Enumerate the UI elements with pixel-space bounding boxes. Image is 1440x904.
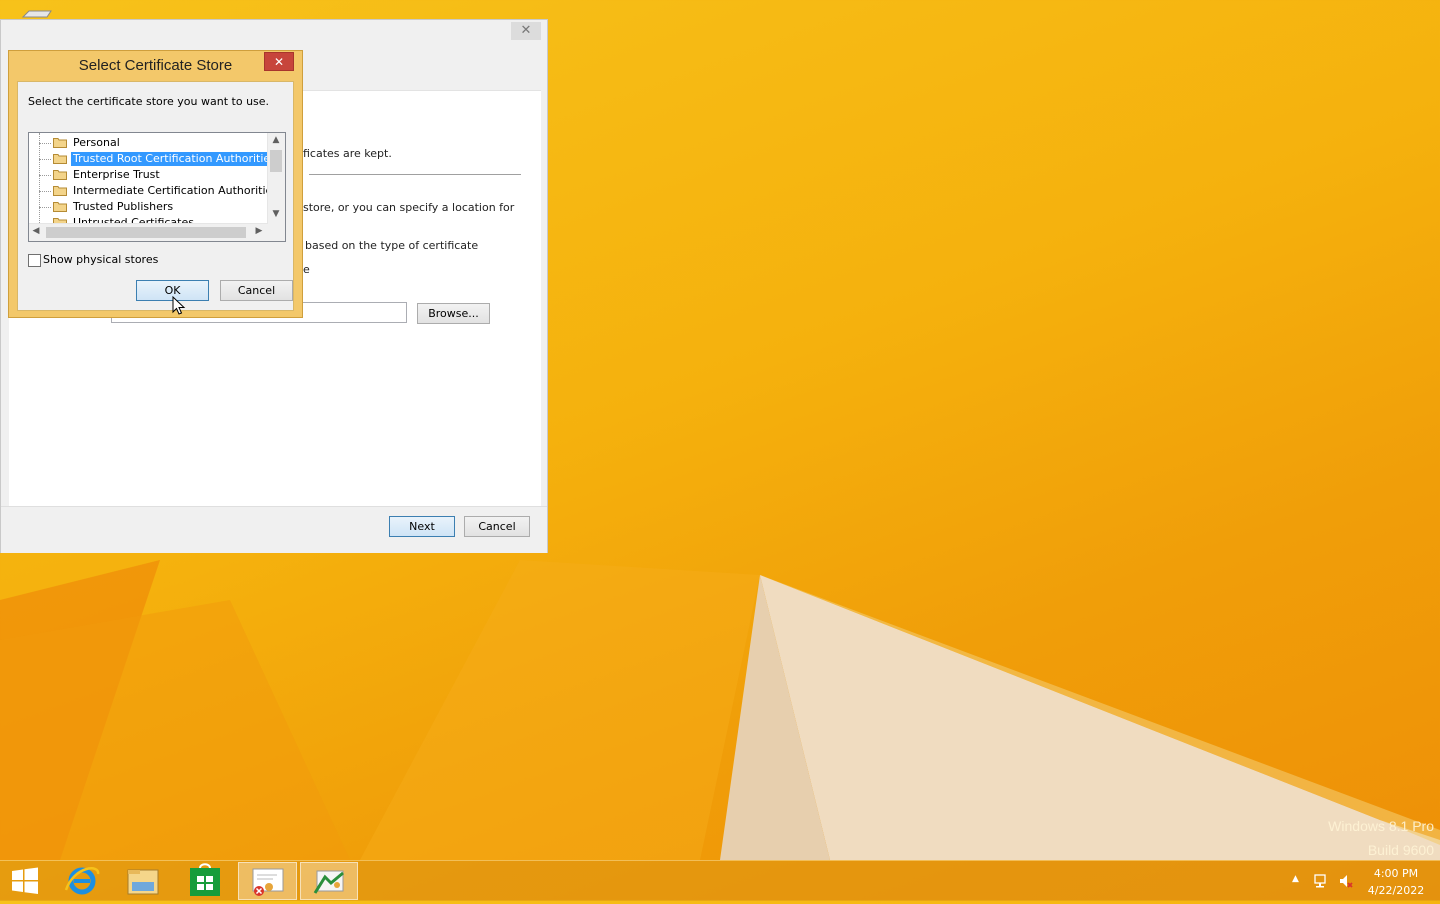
wizard-divider <box>309 174 521 175</box>
tree-connector <box>39 143 51 144</box>
clock-time[interactable]: 4:00 PM <box>1361 867 1431 880</box>
scrollbar-corner <box>268 224 285 241</box>
folder-icon <box>53 170 67 180</box>
show-hidden-icons-button[interactable]: ▲ <box>1292 874 1299 884</box>
volume-muted-icon[interactable] <box>1338 873 1354 889</box>
tree-item-label: Enterprise Trust <box>73 168 160 181</box>
tree-item-label: Personal <box>73 136 120 149</box>
certificate-import-wizard-taskbar-button[interactable] <box>300 862 358 900</box>
show-physical-stores-checkbox[interactable] <box>28 254 41 267</box>
folder-icon <box>53 202 67 212</box>
dialog-cancel-button[interactable]: Cancel <box>220 280 293 301</box>
tree-horizontal-scrollbar[interactable]: ◀ ▶ <box>29 223 268 241</box>
next-button[interactable]: Next <box>389 516 455 537</box>
select-certificate-store-dialog: Select Certificate Store ✕ Select the ce… <box>8 50 303 318</box>
certificate-store-tree[interactable]: Personal Trusted Root Certification Autho… <box>28 132 286 242</box>
internet-explorer-taskbar-button[interactable] <box>54 862 112 900</box>
certificate-manager-icon <box>252 868 284 896</box>
wizard-cancel-button[interactable]: Cancel <box>464 516 530 537</box>
wizard-text-fragment: e <box>303 263 310 276</box>
certificate-manager-taskbar-button[interactable] <box>238 862 297 900</box>
scroll-up-icon[interactable]: ▲ <box>269 135 283 145</box>
start-icon <box>12 867 38 894</box>
tree-connector <box>39 175 51 176</box>
wizard-footer: Next Cancel <box>1 506 547 553</box>
file-explorer-taskbar-button[interactable] <box>114 862 172 900</box>
folder-icon <box>53 138 67 148</box>
folder-icon <box>53 154 67 164</box>
dialog-body: Select the certificate store you want to… <box>17 81 294 311</box>
tree-connector <box>39 191 51 192</box>
start-button[interactable] <box>0 862 50 900</box>
browse-button[interactable]: Browse... <box>417 303 490 324</box>
tree-connector <box>39 159 51 160</box>
tree-item-label: Trusted Root Certification Authorities <box>70 151 279 167</box>
scroll-down-icon[interactable]: ▼ <box>269 209 283 219</box>
file-explorer-icon <box>127 869 159 895</box>
wizard-close-button[interactable]: ✕ <box>511 22 541 40</box>
store-icon <box>190 863 220 896</box>
wizard-text-kept: ficates are kept. <box>303 147 392 160</box>
store-taskbar-button[interactable] <box>176 862 234 900</box>
scroll-right-icon[interactable]: ▶ <box>252 226 266 236</box>
tree-connector <box>39 133 40 225</box>
os-watermark-edition: Windows 8.1 Pro <box>1328 818 1434 834</box>
wizard-text-type: based on the type of certificate <box>305 239 479 252</box>
tree-connector <box>39 207 51 208</box>
os-watermark-build: Build 9600 <box>1367 842 1434 858</box>
dialog-close-button[interactable]: ✕ <box>264 52 294 71</box>
internet-explorer-icon <box>64 867 100 895</box>
certificate-import-wizard-icon <box>313 870 344 894</box>
dialog-title: Select Certificate Store <box>78 57 233 74</box>
tree-vertical-scrollbar[interactable]: ▲ ▼ <box>267 133 285 224</box>
tree-item-label: Intermediate Certification Authorities <box>73 184 279 197</box>
horizontal-scroll-thumb[interactable] <box>46 227 246 238</box>
mouse-cursor-icon <box>172 296 186 315</box>
wizard-icon <box>21 10 52 18</box>
taskbar: ▲ 4:00 PM 4/22/2022 <box>0 860 1440 901</box>
tree-item-label: Trusted Publishers <box>73 200 174 213</box>
wizard-text-specify: store, or you can specify a location for <box>303 201 515 214</box>
dialog-instruction: Select the certificate store you want to… <box>28 95 270 108</box>
scroll-left-icon[interactable]: ◀ <box>29 226 43 236</box>
clock-date[interactable]: 4/22/2022 <box>1361 884 1431 897</box>
folder-icon <box>53 186 67 196</box>
network-icon[interactable] <box>1313 873 1329 889</box>
show-physical-stores-label: Show physical stores <box>43 253 159 266</box>
vertical-scroll-thumb[interactable] <box>270 150 282 172</box>
